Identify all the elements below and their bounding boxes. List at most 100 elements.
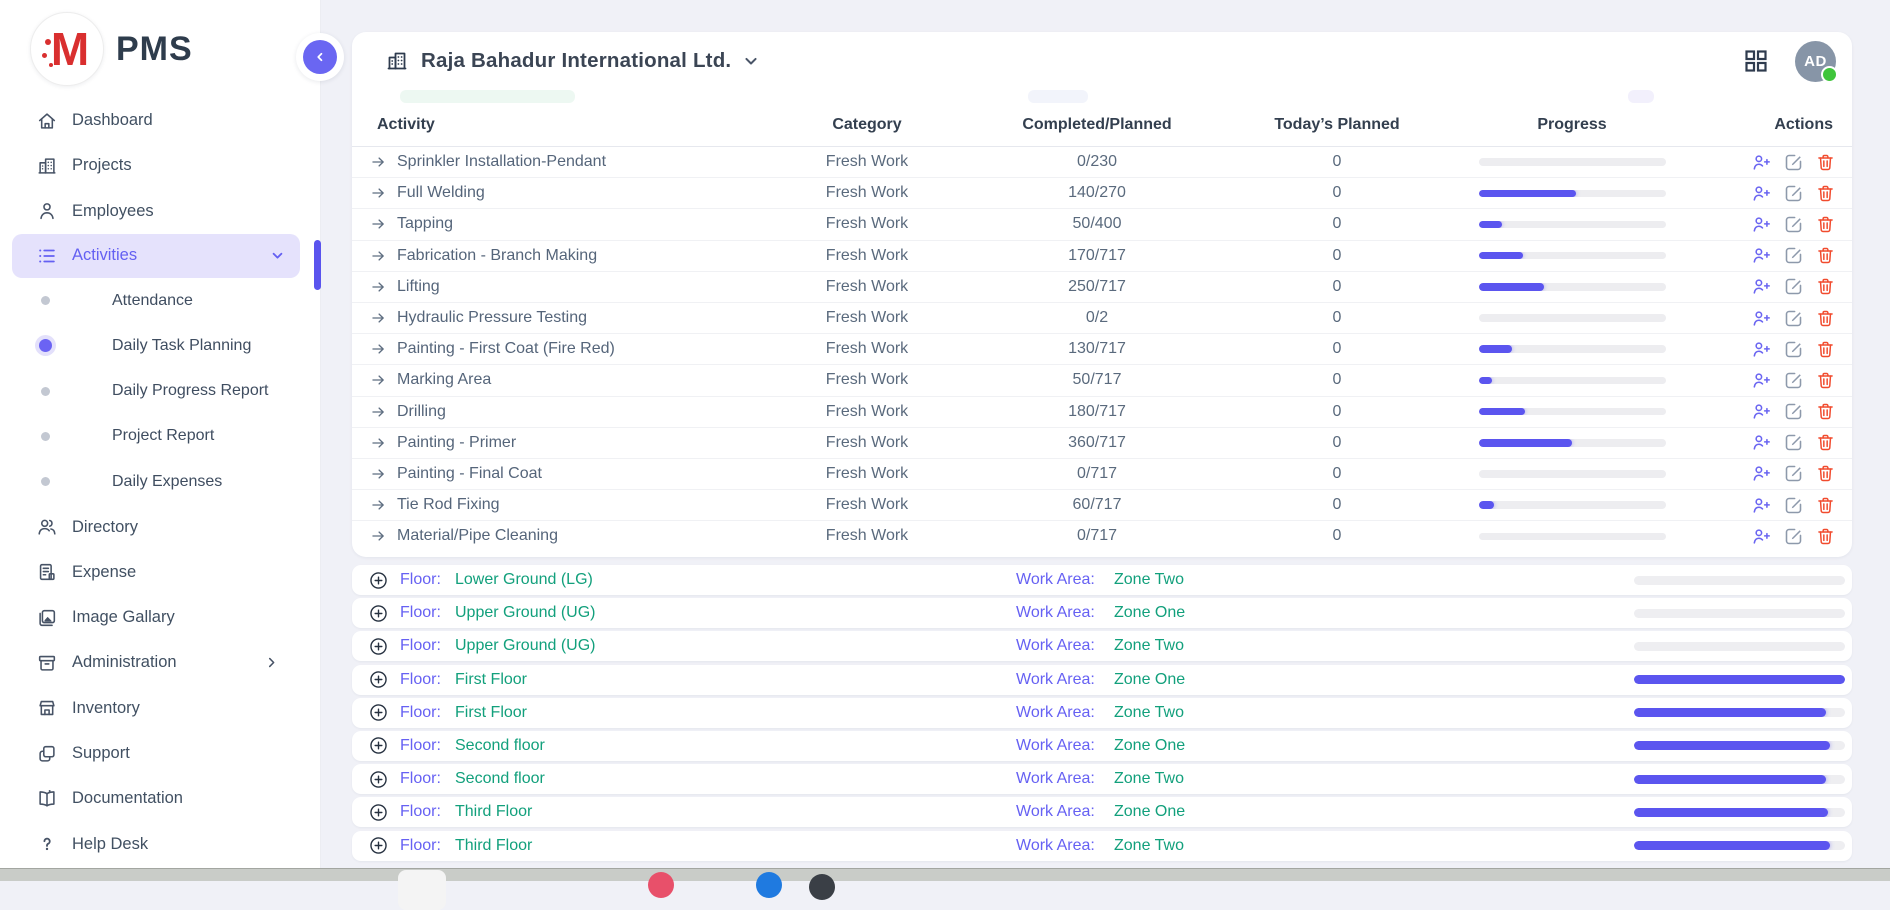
delete-button[interactable] — [1815, 526, 1836, 547]
floor-row[interactable]: Floor: Second floor Work Area: Zone One — [352, 731, 1852, 761]
delete-button[interactable] — [1815, 152, 1836, 173]
floor-row[interactable]: Floor: Third Floor Work Area: Zone Two — [352, 831, 1852, 861]
delete-button[interactable] — [1815, 183, 1836, 204]
table-row[interactable]: Painting - First Coat (Fire Red) Fresh W… — [352, 334, 1852, 365]
edit-button[interactable] — [1783, 339, 1804, 360]
delete-button[interactable] — [1815, 245, 1836, 266]
taskbar-item[interactable] — [756, 872, 782, 898]
edit-button[interactable] — [1783, 276, 1804, 297]
sidebar-item-project-report[interactable]: Project Report — [0, 414, 320, 459]
delete-button[interactable] — [1815, 495, 1836, 516]
table-row[interactable]: Painting - Primer Fresh Work 360/717 0 — [352, 428, 1852, 459]
table-row[interactable]: Hydraulic Pressure Testing Fresh Work 0/… — [352, 303, 1852, 334]
progress-bar — [1479, 345, 1666, 353]
table-row[interactable]: Marking Area Fresh Work 50/717 0 — [352, 365, 1852, 396]
edit-button[interactable] — [1783, 245, 1804, 266]
avatar[interactable]: AD — [1795, 41, 1836, 82]
table-row[interactable]: Lifting Fresh Work 250/717 0 — [352, 272, 1852, 303]
assign-user-button[interactable] — [1751, 495, 1772, 516]
sidebar-item-administration[interactable]: Administration — [0, 640, 320, 685]
assign-user-button[interactable] — [1751, 526, 1772, 547]
delete-button[interactable] — [1815, 432, 1836, 453]
floor-row[interactable]: Floor: First Floor Work Area: Zone Two — [352, 698, 1852, 728]
sidebar-item-projects[interactable]: Projects — [0, 143, 320, 188]
sidebar-item-attendance[interactable]: Attendance — [0, 278, 320, 323]
edit-button[interactable] — [1783, 214, 1804, 235]
plus-circle-icon[interactable] — [368, 702, 389, 723]
floor-row[interactable]: Floor: Upper Ground (UG) Work Area: Zone… — [352, 631, 1852, 661]
sidebar-item-directory[interactable]: Directory — [0, 504, 320, 549]
assign-user-button[interactable] — [1751, 214, 1772, 235]
edit-button[interactable] — [1783, 183, 1804, 204]
apps-grid-icon[interactable] — [1743, 48, 1769, 74]
floor-row[interactable]: Floor: Second floor Work Area: Zone Two — [352, 764, 1852, 794]
edit-button[interactable] — [1783, 152, 1804, 173]
plus-circle-icon[interactable] — [368, 669, 389, 690]
table-row[interactable]: Painting - Final Coat Fresh Work 0/717 0 — [352, 459, 1852, 490]
sidebar-collapse-button[interactable] — [296, 33, 344, 81]
table-row[interactable]: Full Welding Fresh Work 140/270 0 — [352, 178, 1852, 209]
edit-button[interactable] — [1783, 308, 1804, 329]
edit-button[interactable] — [1783, 401, 1804, 422]
floor-row[interactable]: Floor: Third Floor Work Area: Zone One — [352, 797, 1852, 827]
assign-user-button[interactable] — [1751, 308, 1772, 329]
chevron-down-icon[interactable] — [741, 51, 761, 71]
table-row[interactable]: Fabrication - Branch Making Fresh Work 1… — [352, 241, 1852, 272]
plus-circle-icon[interactable] — [368, 835, 389, 856]
sidebar-item-image-gallary[interactable]: Image Gallary — [0, 595, 320, 640]
delete-button[interactable] — [1815, 339, 1836, 360]
table-row[interactable]: Tie Rod Fixing Fresh Work 60/717 0 — [352, 490, 1852, 521]
plus-circle-icon[interactable] — [368, 636, 389, 657]
edit-button[interactable] — [1783, 495, 1804, 516]
assign-user-button[interactable] — [1751, 463, 1772, 484]
edit-button[interactable] — [1783, 370, 1804, 391]
table-row[interactable]: Material/Pipe Cleaning Fresh Work 0/717 … — [352, 521, 1852, 551]
assign-user-button[interactable] — [1751, 152, 1772, 173]
sidebar-item-help-desk[interactable]: Help Desk — [0, 821, 320, 866]
taskbar-item[interactable] — [398, 870, 446, 910]
table-row[interactable]: Tapping Fresh Work 50/400 0 — [352, 209, 1852, 240]
company-selector[interactable]: Raja Bahadur International Ltd. — [421, 49, 731, 73]
plus-circle-icon[interactable] — [368, 603, 389, 624]
delete-button[interactable] — [1815, 401, 1836, 422]
edit-button[interactable] — [1783, 526, 1804, 547]
assign-user-button[interactable] — [1751, 339, 1772, 360]
sidebar-item-expense[interactable]: Expense — [0, 550, 320, 595]
delete-button[interactable] — [1815, 276, 1836, 297]
sidebar-item-inventory[interactable]: Inventory — [0, 686, 320, 731]
assign-user-button[interactable] — [1751, 401, 1772, 422]
sidebar-item-support[interactable]: Support — [0, 731, 320, 776]
assign-user-button[interactable] — [1751, 183, 1772, 204]
sidebar-item-documentation[interactable]: Documentation — [0, 776, 320, 821]
delete-button[interactable] — [1815, 370, 1836, 391]
taskbar-item[interactable] — [648, 872, 674, 898]
sidebar-item-activities[interactable]: Activities — [12, 234, 300, 278]
table-row[interactable]: Sprinkler Installation-Pendant Fresh Wor… — [352, 147, 1852, 178]
sidebar-item-label: Expense — [72, 563, 136, 582]
sidebar-item-employees[interactable]: Employees — [0, 189, 320, 234]
edit-button[interactable] — [1783, 432, 1804, 453]
sidebar-item-daily-progress-report[interactable]: Daily Progress Report — [0, 368, 320, 413]
sidebar-item-label: Documentation — [72, 789, 183, 808]
assign-user-button[interactable] — [1751, 276, 1772, 297]
sidebar-item-dashboard[interactable]: Dashboard — [0, 98, 320, 143]
archive-icon — [36, 652, 58, 674]
edit-button[interactable] — [1783, 463, 1804, 484]
floor-row[interactable]: Floor: First Floor Work Area: Zone One — [352, 665, 1852, 695]
assign-user-button[interactable] — [1751, 432, 1772, 453]
table-row[interactable]: Drilling Fresh Work 180/717 0 — [352, 397, 1852, 428]
delete-button[interactable] — [1815, 463, 1836, 484]
sidebar-item-daily-task-planning[interactable]: Daily Task Planning — [0, 323, 320, 368]
category-cell: Fresh Work — [742, 465, 992, 483]
delete-button[interactable] — [1815, 214, 1836, 235]
floor-row[interactable]: Floor: Upper Ground (UG) Work Area: Zone… — [352, 598, 1852, 628]
plus-circle-icon[interactable] — [368, 735, 389, 756]
sidebar-item-daily-expenses[interactable]: Daily Expenses — [0, 459, 320, 504]
delete-button[interactable] — [1815, 308, 1836, 329]
assign-user-button[interactable] — [1751, 245, 1772, 266]
plus-circle-icon[interactable] — [368, 802, 389, 823]
plus-circle-icon[interactable] — [368, 769, 389, 790]
floor-row[interactable]: Floor: Lower Ground (LG) Work Area: Zone… — [352, 565, 1852, 595]
plus-circle-icon[interactable] — [368, 570, 389, 591]
assign-user-button[interactable] — [1751, 370, 1772, 391]
